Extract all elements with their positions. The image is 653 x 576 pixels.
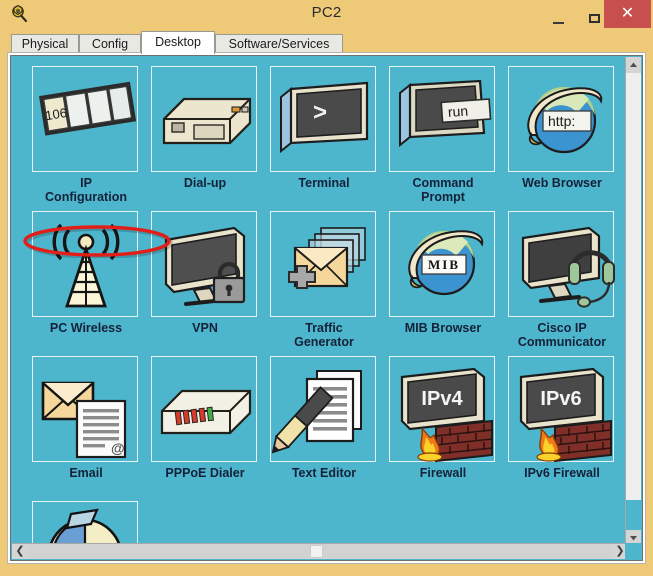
desktop-item-label: PPPoE Dialer	[165, 466, 245, 480]
cisco-ip-communicator-icon[interactable]	[508, 211, 615, 317]
scroll-up-button[interactable]	[626, 57, 641, 73]
desktop-item-label: PC Wireless	[49, 321, 123, 335]
horizontal-scrollbar-thumb[interactable]	[310, 545, 323, 558]
desktop-item-web-browser[interactable]: http: Web Browser	[508, 66, 616, 190]
desktop-item-pppoe-dialer[interactable]: PPPoE Dialer	[151, 356, 259, 480]
svg-text:IPv6: IPv6	[540, 388, 581, 410]
dial-up-modem-icon[interactable]	[151, 66, 257, 172]
desktop-item-traffic-generator[interactable]: Traffic Generator	[270, 211, 378, 349]
close-icon: ✕	[620, 5, 635, 22]
desktop-item-label: Terminal	[298, 176, 350, 190]
title-bar: PC2 ✕	[0, 0, 653, 28]
monitoring-pie-chart-icon[interactable]	[32, 501, 138, 545]
tab-strip: Physical Config Desktop Software/Services	[7, 31, 646, 54]
vpn-monitor-lock-icon[interactable]	[151, 211, 257, 317]
desktop-item-vpn[interactable]: VPN	[151, 211, 259, 335]
desktop-item-cisco-ip-communicator[interactable]: Cisco IP Communicator	[508, 211, 616, 349]
pc-wireless-antenna-icon[interactable]	[32, 211, 138, 317]
minimize-button[interactable]	[542, 0, 574, 28]
desktop-item-pc-wireless[interactable]: PC Wireless	[32, 211, 140, 335]
command-prompt-icon[interactable]: run	[389, 66, 495, 172]
pc2-window: PC2 ✕ Physical Config Desktop Software/Serv…	[0, 0, 653, 576]
email-envelope-icon[interactable]: @	[32, 356, 138, 462]
desktop-item-label: Traffic Generator	[294, 321, 354, 349]
scrollbar-corner	[625, 543, 641, 559]
tab-software-services[interactable]: Software/Services	[215, 34, 343, 53]
desktop-item-label: Text Editor	[291, 466, 357, 480]
web-browser-icon[interactable]: http:	[508, 66, 614, 172]
desktop-item-label: VPN	[192, 321, 218, 335]
desktop-pane: 106 IP Configuration Dial-up > Terminal	[10, 55, 643, 561]
terminal-icon[interactable]: >	[270, 66, 376, 172]
firewall-ipv4-icon[interactable]: IPv4	[389, 356, 495, 463]
tab-config[interactable]: Config	[79, 34, 141, 53]
desktop-item-label: IP Configuration	[45, 176, 127, 204]
desktop-item-mib-browser[interactable]: MIB MIB Browser	[389, 211, 497, 335]
desktop-item-email[interactable]: @ Email	[32, 356, 140, 480]
svg-text:http:: http:	[548, 113, 575, 129]
ip-configuration-icon[interactable]: 106	[32, 66, 138, 172]
svg-text:>: >	[313, 99, 327, 126]
traffic-generator-icon[interactable]	[270, 211, 376, 317]
firewall-ipv6-icon[interactable]: IPv6	[508, 356, 614, 463]
close-button[interactable]: ✕	[604, 0, 651, 28]
svg-text:MIB: MIB	[428, 257, 460, 272]
text-editor-pencil-icon[interactable]	[270, 356, 376, 462]
vertical-scrollbar-thumb[interactable]	[626, 500, 641, 530]
desktop-item-label: IPv6 Firewall	[524, 466, 600, 480]
desktop-pane-frame: 106 IP Configuration Dial-up > Terminal	[7, 52, 646, 564]
desktop-item-label: Email	[69, 466, 103, 480]
desktop-item-label: Command Prompt	[412, 176, 474, 204]
scroll-left-button[interactable]: ❮	[12, 544, 28, 559]
tab-desktop[interactable]: Desktop	[141, 31, 215, 54]
desktop-item-terminal[interactable]: > Terminal	[270, 66, 378, 190]
desktop-item-ipv6-firewall[interactable]: IPv6 IPv6 Firewall	[508, 356, 616, 480]
desktop-item-monitoring-pie-chart-icon[interactable]	[32, 501, 140, 545]
vertical-scrollbar[interactable]	[625, 57, 641, 546]
desktop-item-label: Firewall	[419, 466, 467, 480]
vertical-scrollbar-track[interactable]	[626, 73, 641, 530]
svg-text:@: @	[111, 440, 125, 456]
mib-browser-icon[interactable]: MIB	[389, 211, 495, 317]
desktop-item-command-prompt[interactable]: run Command Prompt	[389, 66, 497, 204]
svg-text:IPv4: IPv4	[421, 388, 463, 410]
desktop-item-label: Web Browser	[522, 176, 602, 190]
desktop-item-label: Cisco IP Communicator	[517, 321, 607, 349]
minimize-icon	[552, 21, 564, 24]
desktop-item-label: MIB Browser	[404, 321, 482, 335]
desktop-item-ip-configuration[interactable]: 106 IP Configuration	[32, 66, 140, 204]
desktop-item-dial-up[interactable]: Dial-up	[151, 66, 259, 190]
svg-text:run: run	[447, 103, 468, 120]
desktop-item-text-editor[interactable]: Text Editor	[270, 356, 378, 480]
desktop-item-firewall[interactable]: IPv4 Firewall	[389, 356, 497, 480]
maximize-icon	[588, 14, 600, 23]
desktop-item-label: Dial-up	[183, 176, 227, 190]
pppoe-dialer-icon[interactable]	[151, 356, 257, 462]
horizontal-scrollbar[interactable]: ❮ ❯	[12, 543, 628, 559]
desktop-icon-grid: 106 IP Configuration Dial-up > Terminal	[11, 56, 627, 545]
tab-physical[interactable]: Physical	[11, 34, 79, 53]
